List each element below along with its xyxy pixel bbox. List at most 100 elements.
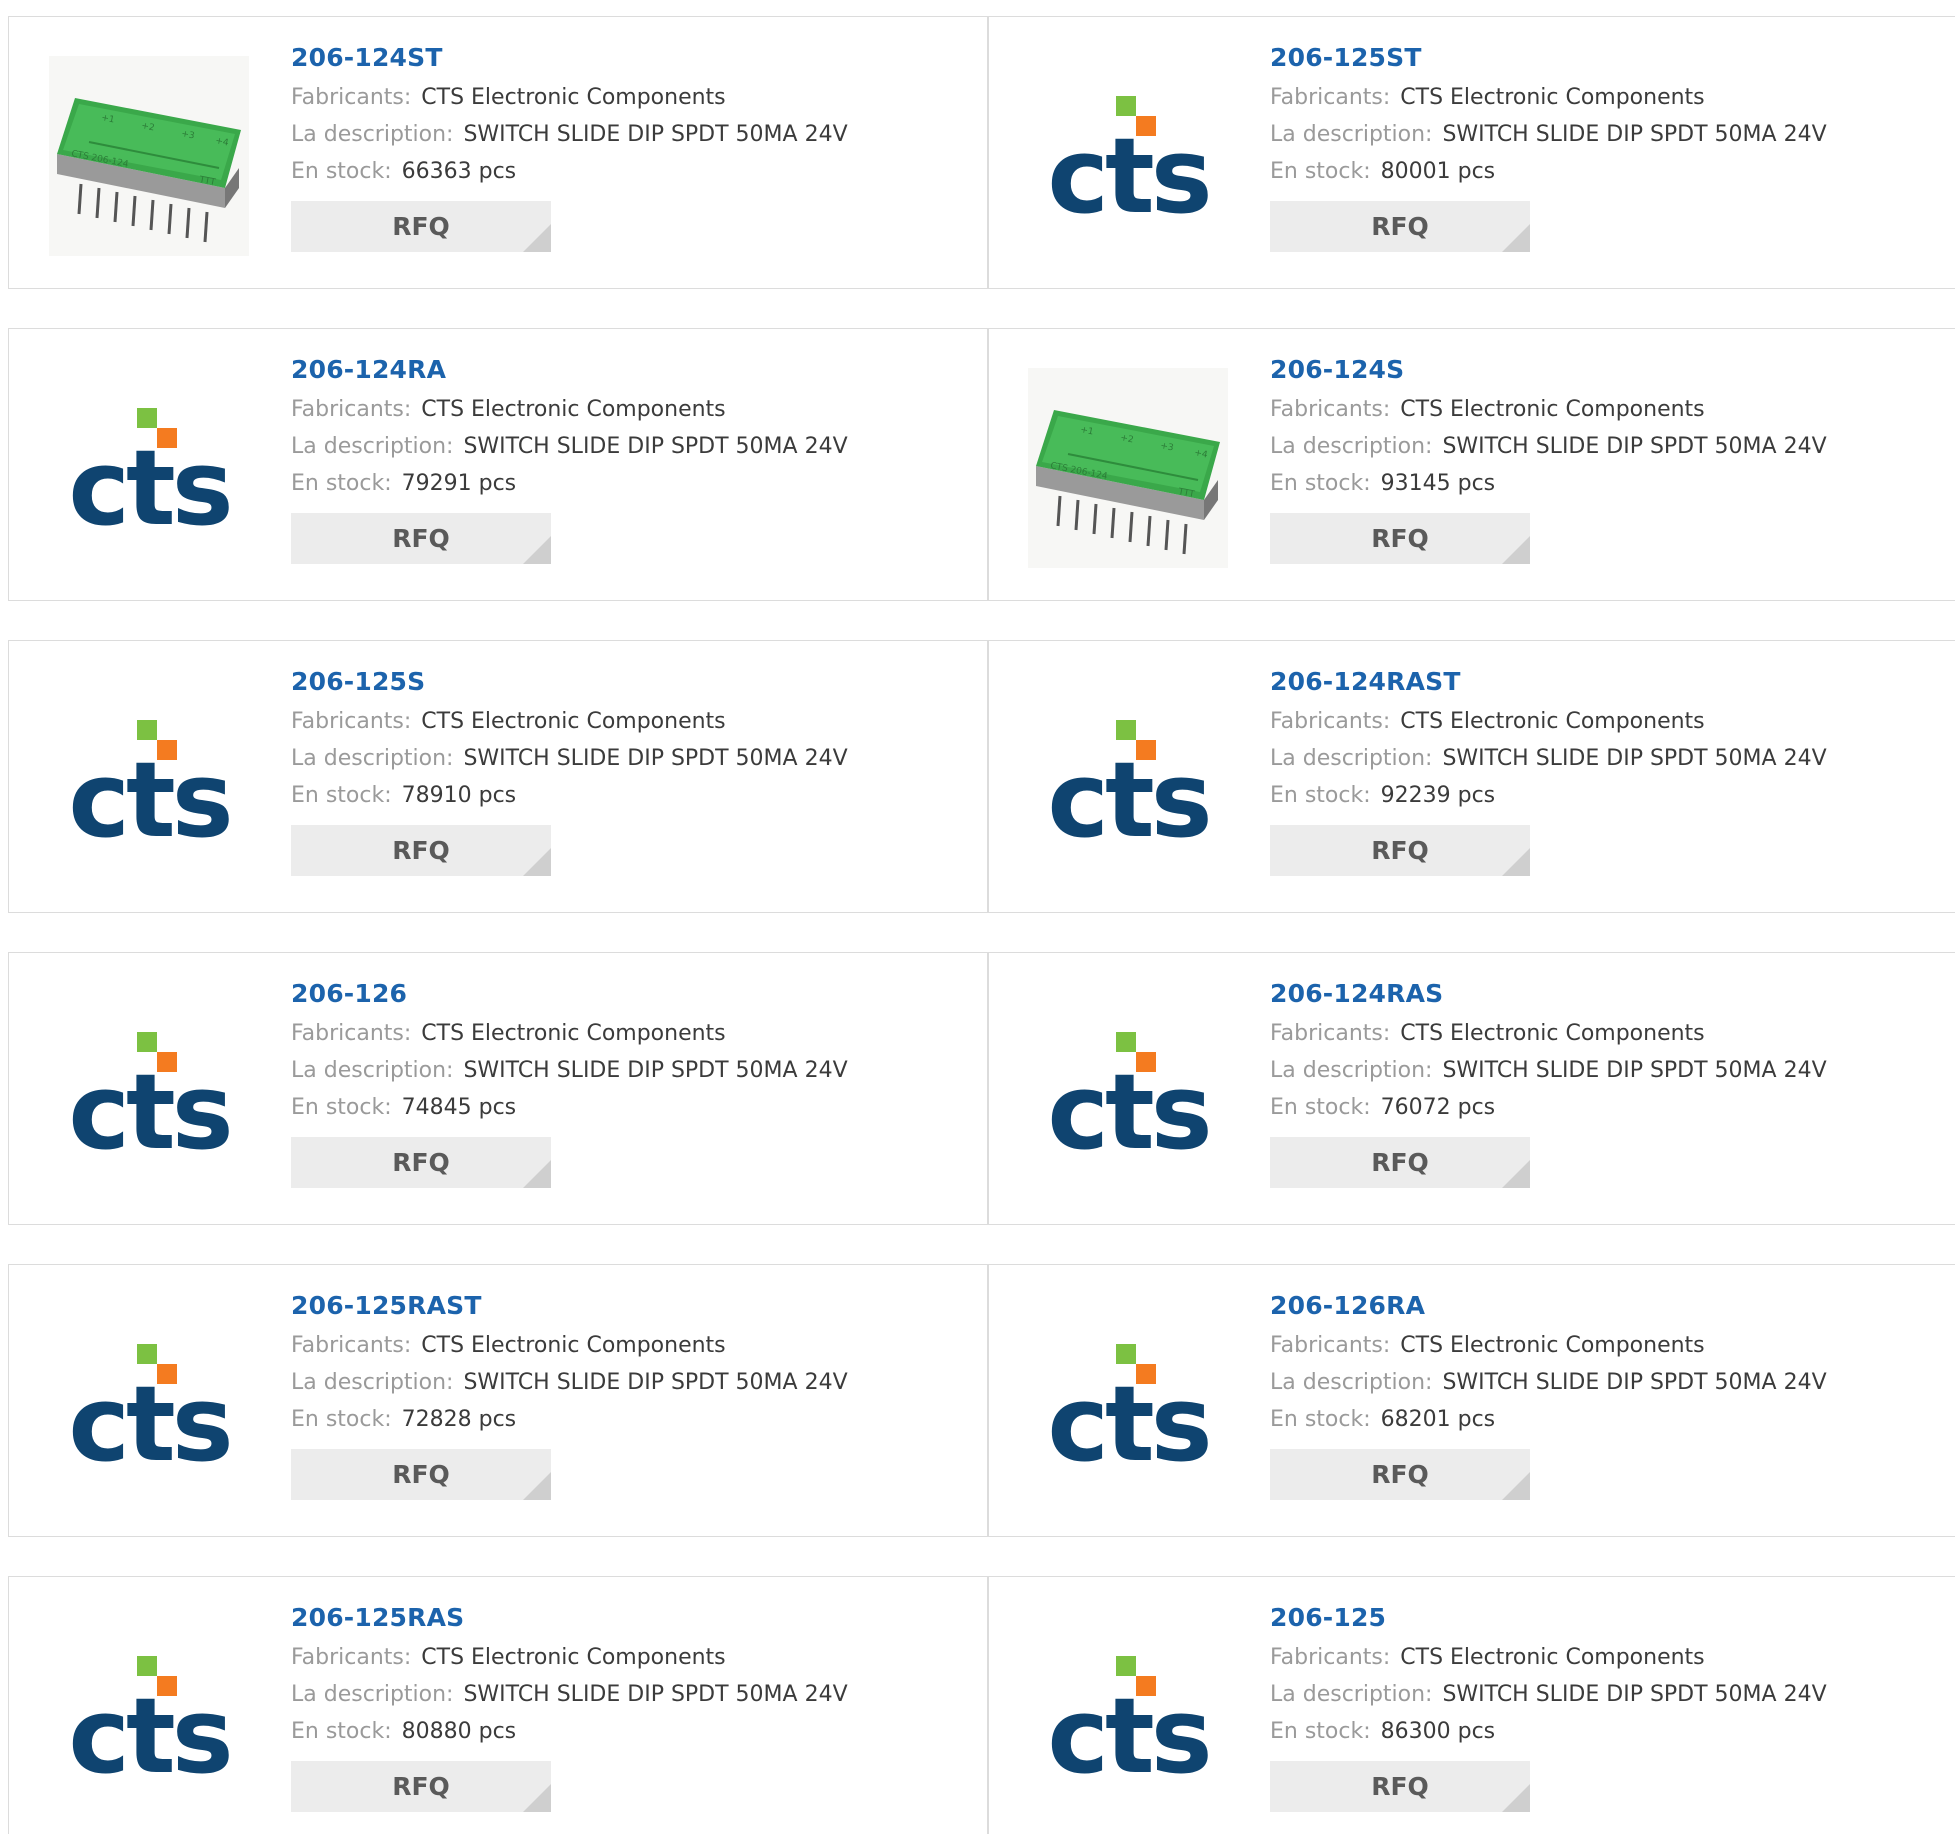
- cts-logo: cts: [1047, 720, 1213, 840]
- part-number-link[interactable]: 206-124RAST: [1270, 669, 1827, 703]
- rfq-button[interactable]: RFQ: [291, 1761, 551, 1812]
- product-row: cts 206-125RAST Fabricants: CTS Electroni…: [8, 1264, 1955, 1537]
- stock-value: 74845 pcs: [401, 1095, 517, 1120]
- part-number-link[interactable]: 206-126: [291, 981, 848, 1015]
- product-image[interactable]: cts: [1028, 680, 1228, 880]
- description-label: La description:: [1270, 122, 1433, 147]
- manufacturer-value: CTS Electronic Components: [421, 1333, 726, 1358]
- part-number-link[interactable]: 206-125RAS: [291, 1605, 848, 1639]
- rfq-button[interactable]: RFQ: [1270, 1761, 1530, 1812]
- cts-logo: cts: [1047, 1032, 1213, 1152]
- manufacturer-value: CTS Electronic Components: [1400, 85, 1705, 110]
- stock-line: En stock: 78910 pcs: [291, 777, 848, 814]
- corner-triangle-icon: [1502, 1160, 1530, 1188]
- rfq-button[interactable]: RFQ: [291, 513, 551, 564]
- rfq-button[interactable]: RFQ: [1270, 1137, 1530, 1188]
- product-card: cts 206-124RAST Fabricants: CTS Electroni…: [988, 641, 1955, 912]
- product-image[interactable]: cts: [49, 992, 249, 1192]
- product-card: cts 206-124RA Fabricants: CTS Electronic …: [9, 329, 987, 600]
- part-number-link[interactable]: 206-125RAST: [291, 1293, 848, 1327]
- part-number-link[interactable]: 206-124RA: [291, 357, 848, 391]
- svg-text:cts: cts: [1047, 1051, 1208, 1152]
- manufacturer-value: CTS Electronic Components: [1400, 1333, 1705, 1358]
- product-image[interactable]: cts: [49, 680, 249, 880]
- product-info: 206-124RA Fabricants: CTS Electronic Comp…: [291, 357, 848, 564]
- manufacturer-label: Fabricants:: [1270, 1021, 1391, 1046]
- manufacturer-line: Fabricants: CTS Electronic Components: [1270, 1639, 1827, 1676]
- rfq-button[interactable]: RFQ: [291, 1137, 551, 1188]
- stock-value: 86300 pcs: [1380, 1719, 1496, 1744]
- rfq-button[interactable]: RFQ: [291, 825, 551, 876]
- product-card: cts 206-124RAS Fabricants: CTS Electronic…: [988, 953, 1955, 1224]
- stock-line: En stock: 86300 pcs: [1270, 1713, 1827, 1750]
- part-number-link[interactable]: 206-124ST: [291, 45, 848, 79]
- description-value: SWITCH SLIDE DIP SPDT 50MA 24V: [463, 746, 848, 771]
- stock-line: En stock: 79291 pcs: [291, 465, 848, 502]
- cts-logo: cts: [68, 720, 234, 840]
- svg-text:cts: cts: [1047, 115, 1208, 216]
- corner-triangle-icon: [1502, 536, 1530, 564]
- rfq-label: RFQ: [1371, 1772, 1429, 1801]
- part-number-link[interactable]: 206-126RA: [1270, 1293, 1827, 1327]
- product-image[interactable]: cts: [49, 1304, 249, 1504]
- product-info: 206-124RAS Fabricants: CTS Electronic Com…: [1270, 981, 1827, 1188]
- svg-text:cts: cts: [68, 1675, 229, 1776]
- description-label: La description:: [291, 746, 454, 771]
- manufacturer-label: Fabricants:: [291, 1645, 412, 1670]
- dip-switch-photo: +1 +2 +3 +4 CTS 206-124 TTT: [49, 56, 249, 256]
- stock-label: En stock:: [291, 1719, 392, 1744]
- product-image[interactable]: cts: [49, 1616, 249, 1816]
- product-row: +1 +2 +3 +4 CTS 206-124 TTT 206-124ST Fa…: [8, 16, 1955, 289]
- part-number-link[interactable]: 206-125: [1270, 1605, 1827, 1639]
- product-row: cts 206-124RA Fabricants: CTS Electronic …: [8, 328, 1955, 601]
- product-image[interactable]: +1 +2 +3 +4 CTS 206-124 TTT: [49, 56, 249, 256]
- stock-line: En stock: 76072 pcs: [1270, 1089, 1827, 1126]
- product-info: 206-125RAS Fabricants: CTS Electronic Com…: [291, 1605, 848, 1812]
- corner-triangle-icon: [523, 1472, 551, 1500]
- description-value: SWITCH SLIDE DIP SPDT 50MA 24V: [1442, 1058, 1827, 1083]
- product-image[interactable]: cts: [1028, 1616, 1228, 1816]
- stock-value: 72828 pcs: [401, 1407, 517, 1432]
- description-line: La description: SWITCH SLIDE DIP SPDT 50M…: [1270, 1052, 1827, 1089]
- stock-label: En stock:: [1270, 471, 1371, 496]
- manufacturer-line: Fabricants: CTS Electronic Components: [291, 1327, 848, 1364]
- stock-line: En stock: 80001 pcs: [1270, 153, 1827, 190]
- part-number-link[interactable]: 206-124S: [1270, 357, 1827, 391]
- manufacturer-label: Fabricants:: [1270, 1333, 1391, 1358]
- product-row: cts 206-126 Fabricants: CTS Electronic Co…: [8, 952, 1955, 1225]
- corner-triangle-icon: [523, 536, 551, 564]
- product-card: cts 206-125RAS Fabricants: CTS Electronic…: [9, 1577, 987, 1834]
- stock-line: En stock: 80880 pcs: [291, 1713, 848, 1750]
- description-label: La description:: [291, 434, 454, 459]
- rfq-button[interactable]: RFQ: [291, 201, 551, 252]
- rfq-button[interactable]: RFQ: [1270, 201, 1530, 252]
- part-number-link[interactable]: 206-125ST: [1270, 45, 1827, 79]
- product-image[interactable]: +1 +2 +3 +4 CTS 206-124 TTT: [1028, 368, 1228, 568]
- rfq-button[interactable]: RFQ: [1270, 513, 1530, 564]
- product-image[interactable]: cts: [1028, 1304, 1228, 1504]
- description-label: La description:: [291, 1682, 454, 1707]
- description-line: La description: SWITCH SLIDE DIP SPDT 50M…: [291, 1364, 848, 1401]
- svg-text:cts: cts: [68, 739, 229, 840]
- rfq-button[interactable]: RFQ: [291, 1449, 551, 1500]
- part-number-link[interactable]: 206-124RAS: [1270, 981, 1827, 1015]
- description-label: La description:: [1270, 434, 1433, 459]
- product-card: cts 206-125S Fabricants: CTS Electronic C…: [9, 641, 987, 912]
- stock-line: En stock: 68201 pcs: [1270, 1401, 1827, 1438]
- stock-label: En stock:: [291, 471, 392, 496]
- product-image[interactable]: cts: [1028, 992, 1228, 1192]
- description-line: La description: SWITCH SLIDE DIP SPDT 50M…: [1270, 428, 1827, 465]
- manufacturer-value: CTS Electronic Components: [1400, 1645, 1705, 1670]
- description-line: La description: SWITCH SLIDE DIP SPDT 50M…: [1270, 740, 1827, 777]
- product-card: +1 +2 +3 +4 CTS 206-124 TTT 206-124S Fab…: [988, 329, 1955, 600]
- description-value: SWITCH SLIDE DIP SPDT 50MA 24V: [463, 1370, 848, 1395]
- manufacturer-value: CTS Electronic Components: [421, 397, 726, 422]
- rfq-button[interactable]: RFQ: [1270, 825, 1530, 876]
- description-value: SWITCH SLIDE DIP SPDT 50MA 24V: [1442, 434, 1827, 459]
- rfq-label: RFQ: [392, 1772, 450, 1801]
- product-image[interactable]: cts: [1028, 56, 1228, 256]
- part-number-link[interactable]: 206-125S: [291, 669, 848, 703]
- manufacturer-value: CTS Electronic Components: [421, 85, 726, 110]
- rfq-button[interactable]: RFQ: [1270, 1449, 1530, 1500]
- product-image[interactable]: cts: [49, 368, 249, 568]
